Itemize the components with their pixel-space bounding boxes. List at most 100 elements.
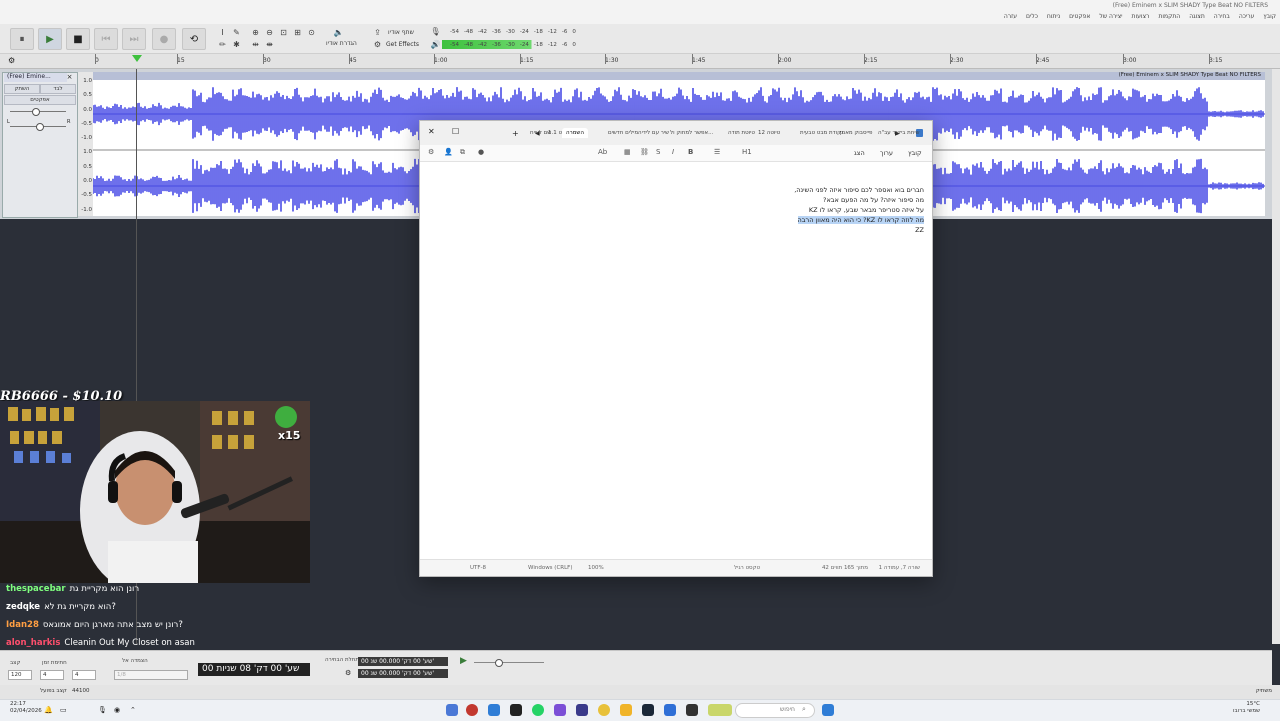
audio-setup-icon[interactable]: 🔈 — [333, 27, 344, 38]
playhead-marker[interactable] — [132, 55, 142, 62]
notepad-tab[interactable]: שיחת ביקור עב"ה — [878, 130, 920, 136]
record-button[interactable]: ● — [152, 28, 176, 50]
share-audio-button[interactable]: שתף אודיו — [388, 29, 414, 36]
account-icon[interactable]: 👤 — [444, 148, 453, 156]
clock[interactable]: 22:17 02/04/2026 — [10, 701, 42, 715]
record-meter[interactable]: -54 -48 -42 -36 -30 -24 -18 -12 -6 0 — [442, 27, 576, 36]
notepad-tab[interactable]: פייסבוק מאמן — [840, 130, 872, 136]
strikethrough-icon[interactable]: S — [656, 148, 660, 156]
vertical-scrollbar[interactable] — [1272, 69, 1280, 644]
effects-button[interactable]: אפקטים — [4, 95, 76, 105]
encoding[interactable]: UTF-8 — [470, 565, 486, 571]
whatsapp-taskbar-icon[interactable] — [532, 704, 544, 716]
selection-end-field[interactable]: 00 שע' 00 דק' 00.000 שנ' — [358, 669, 448, 678]
time-signature-upper[interactable]: 4 — [40, 670, 64, 680]
notification-icon[interactable]: 🔔 — [44, 706, 53, 714]
skip-start-button[interactable]: ⏮ — [94, 28, 118, 50]
menu-item[interactable]: עזרה — [1004, 13, 1017, 20]
rate-field[interactable]: 120 — [8, 670, 32, 680]
window-icon[interactable]: ⧉ — [460, 148, 465, 157]
widgets-taskbar-icon[interactable] — [708, 704, 732, 716]
copilot-icon[interactable]: ● — [478, 148, 484, 156]
playback-speed-thumb[interactable] — [495, 659, 503, 667]
silence-icon[interactable]: ⇼ — [264, 39, 275, 50]
notepad-tab[interactable]: טיוטה 12 — [758, 130, 780, 136]
app-taskbar-icon-3[interactable] — [510, 704, 522, 716]
menu-item[interactable]: אפקטים — [1069, 13, 1090, 20]
menu-item[interactable]: יצירה של — [1099, 13, 1122, 20]
clip-title-bar[interactable]: (Free) Eminem x SLIM SHADY Type Beat NO … — [93, 72, 1265, 80]
solo-button[interactable]: לבד — [40, 84, 76, 94]
link-icon[interactable]: ⛓ — [640, 148, 649, 156]
notepad-text-area[interactable]: חברים בוא ואספר לכם סיפור איזה לפני השינ… — [430, 185, 924, 235]
stop-button[interactable]: ■ — [66, 28, 90, 50]
notepad-menu-item[interactable]: קובץ — [908, 149, 922, 157]
taskbar-search[interactable]: חיפוש ⌕ — [735, 703, 815, 718]
mic-icon[interactable]: 🎙 — [98, 706, 107, 714]
playback-meter[interactable]: -54 -48 -42 -36 -30 -24 -18 -12 -6 0 — [442, 40, 576, 49]
menu-item[interactable]: תצוגה — [1189, 13, 1205, 20]
start-button-icon[interactable] — [822, 704, 834, 716]
notepad-tab[interactable]: טיוטת תודה — [728, 130, 755, 136]
track-name-button[interactable]: (Free) Emine... — [4, 73, 67, 82]
zoom-toggle-icon[interactable]: ⊙ — [306, 27, 317, 38]
multi-tool-icon[interactable]: ✱ — [231, 39, 242, 50]
notepad-tab[interactable]: מילים חדשים — [608, 130, 638, 136]
time-signature-lower[interactable]: 4 — [72, 670, 96, 680]
menu-item[interactable]: רצועות — [1132, 13, 1150, 20]
list-icon[interactable]: ☰ — [714, 148, 720, 156]
app-taskbar-icon-1[interactable] — [466, 704, 478, 716]
steam-taskbar-icon[interactable] — [642, 704, 654, 716]
app-taskbar-icon-2[interactable] — [488, 704, 500, 716]
table-icon[interactable]: ▦ — [624, 148, 631, 156]
gain-slider-thumb[interactable] — [32, 108, 40, 116]
notepad-tab[interactable]: אפשר למחוק ול... — [670, 130, 713, 136]
bold-icon[interactable]: B — [688, 148, 693, 156]
fit-project-icon[interactable]: ⊞ — [292, 27, 303, 38]
snap-dropdown[interactable]: 1/8 — [114, 670, 188, 680]
display-icon[interactable]: ▭ — [60, 706, 67, 714]
line-ending[interactable]: Windows (CRLF) — [528, 565, 572, 571]
italic-icon[interactable]: I — [672, 148, 674, 156]
playback-speed-slider[interactable] — [474, 662, 544, 663]
play-at-speed-button[interactable]: ▶ — [460, 656, 467, 666]
pan-slider-thumb[interactable] — [36, 123, 44, 131]
audacity-taskbar-icon[interactable] — [576, 704, 588, 716]
menu-item[interactable]: בחירה — [1214, 13, 1230, 20]
loop-button[interactable]: ⟲ — [182, 28, 206, 50]
menu-item[interactable]: עריכה — [1239, 13, 1255, 20]
notepad-taskbar-icon[interactable] — [446, 704, 458, 716]
timeline-ruler[interactable]: 0 15 30 45 1:00 1:15 1:30 1:45 2:00 2:15 2:30 2:45 3… — [0, 54, 1280, 69]
track-close-icon[interactable]: × — [65, 73, 74, 82]
play-button[interactable]: ▶ — [38, 28, 62, 50]
zoom-level[interactable]: 100% — [588, 565, 604, 571]
selection-settings-icon[interactable]: ⚙ — [345, 669, 351, 677]
fit-selection-icon[interactable]: ⊡ — [278, 27, 289, 38]
envelope-tool-icon[interactable]: ✎ — [231, 27, 242, 38]
notepad-tab[interactable]: נקודת מבט טבעית — [800, 130, 843, 136]
app-taskbar-icon-5[interactable] — [664, 704, 676, 716]
weather-widget[interactable]: 15°C שמשי ברובו — [1233, 701, 1260, 715]
notepad-tab[interactable]: שם לשיח — [530, 130, 551, 136]
zoom-out-icon[interactable]: ⊖ — [264, 27, 275, 38]
share-icon[interactable]: ⇪ — [372, 27, 383, 38]
maximize-icon[interactable]: ☐ — [452, 127, 459, 136]
explorer-taskbar-icon[interactable] — [620, 704, 632, 716]
audio-setup-label[interactable]: הגדרת אודיו — [326, 40, 357, 47]
notepad-menu-item[interactable]: הצג — [854, 149, 865, 157]
select-tool-icon[interactable]: I — [217, 27, 228, 38]
draw-tool-icon[interactable]: ✏ — [217, 39, 228, 50]
heading-dropdown[interactable]: H1 — [742, 148, 752, 156]
timeline-settings-icon[interactable]: ⚙ — [8, 56, 15, 65]
skip-end-button[interactable]: ⏭ — [122, 28, 146, 50]
chrome-taskbar-icon[interactable] — [598, 704, 610, 716]
time-display[interactable]: 00 שע' 00 דק' 08 שניות — [198, 663, 310, 676]
app-taskbar-icon-6[interactable] — [686, 704, 698, 716]
trim-icon[interactable]: ⇹ — [250, 39, 261, 50]
network-icon[interactable]: ◉ — [114, 706, 120, 714]
menu-item[interactable]: קובץ — [1263, 13, 1276, 20]
notepad-tab[interactable]: שיר עם לידיה — [638, 130, 669, 136]
notepad-menu-item[interactable]: ערוך — [880, 149, 893, 157]
settings-icon[interactable]: ⚙ — [428, 148, 434, 156]
close-icon[interactable]: ✕ — [428, 127, 435, 136]
